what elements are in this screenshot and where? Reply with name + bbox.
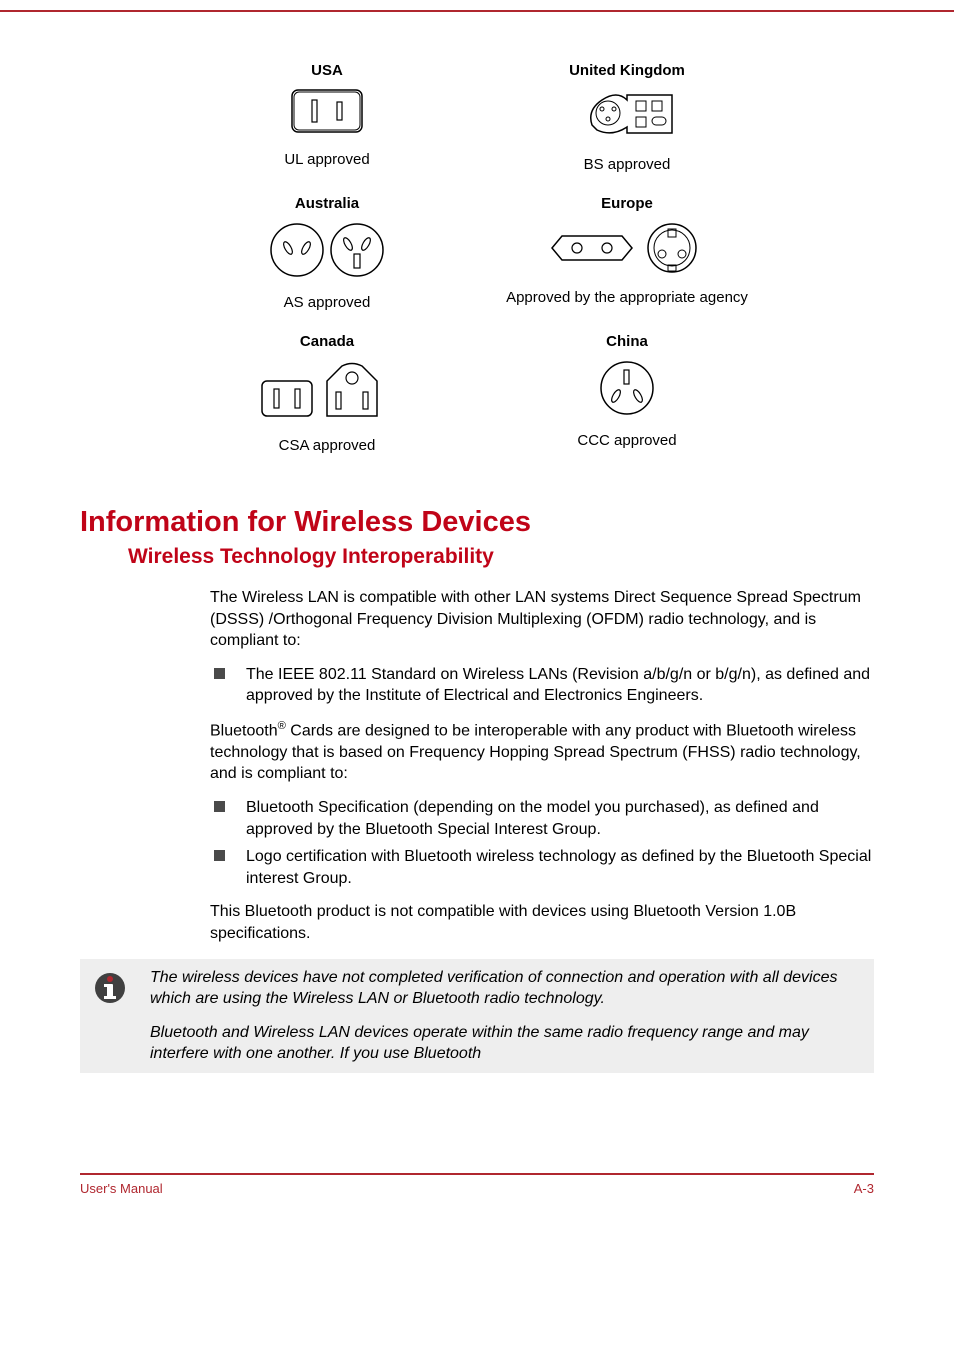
plug-caption: AS approved — [197, 294, 457, 311]
plug-cell-australia: Australia AS approved — [197, 195, 457, 323]
list-item: Bluetooth Specification (depending on th… — [210, 797, 874, 840]
note-content: The wireless devices have not completed … — [140, 967, 864, 1065]
paragraph: Bluetooth® Cards are designed to be inte… — [210, 719, 874, 785]
plug-europe-icon — [497, 218, 757, 283]
plug-australia-icon — [197, 218, 457, 288]
list-item: The IEEE 802.11 Standard on Wireless LAN… — [210, 664, 874, 707]
plug-caption: Approved by the appropriate agency — [497, 289, 757, 306]
info-note-box: The wireless devices have not completed … — [80, 959, 874, 1073]
plug-caption: CSA approved — [197, 437, 457, 454]
plug-country-label: Canada — [197, 333, 457, 350]
footer-title: User's Manual — [80, 1181, 163, 1196]
plug-cell-uk: United Kingdom BS approved — [497, 62, 757, 185]
list-item: Logo certification with Bluetooth wirele… — [210, 846, 874, 889]
plug-cell-china: China CCC approved — [497, 333, 757, 466]
plug-uk-icon — [497, 85, 757, 150]
bullet-list: Bluetooth Specification (depending on th… — [210, 797, 874, 889]
body-text-block: The Wireless LAN is compatible with othe… — [210, 587, 874, 945]
page-content: USA UL approved United Kingdom — [0, 10, 954, 1236]
plug-caption: BS approved — [497, 156, 757, 173]
plug-canada-icon — [197, 356, 457, 431]
plug-caption: CCC approved — [497, 432, 757, 449]
plug-country-label: USA — [197, 62, 457, 79]
plug-china-icon — [497, 356, 757, 426]
plug-country-label: Europe — [497, 195, 757, 212]
plug-table: USA UL approved United Kingdom — [197, 62, 757, 466]
plug-country-label: United Kingdom — [497, 62, 757, 79]
plug-cell-canada: Canada CSA approved — [197, 333, 457, 466]
info-icon — [80, 967, 140, 1005]
page-footer: User's Manual A-3 — [80, 1173, 874, 1196]
note-paragraph: The wireless devices have not completed … — [150, 967, 864, 1010]
plug-cell-usa: USA UL approved — [197, 62, 457, 185]
footer-page-number: A-3 — [854, 1181, 874, 1196]
plug-country-label: Australia — [197, 195, 457, 212]
paragraph: This Bluetooth product is not compatible… — [210, 901, 874, 944]
plug-caption: UL approved — [197, 151, 457, 168]
paragraph: The Wireless LAN is compatible with othe… — [210, 587, 874, 652]
plug-cell-europe: Europe Approved by the appropriate agenc… — [497, 195, 757, 323]
bullet-list: The IEEE 802.11 Standard on Wireless LAN… — [210, 664, 874, 707]
note-paragraph: Bluetooth and Wireless LAN devices opera… — [150, 1022, 864, 1065]
subheading-wireless-interop: Wireless Technology Interoperability — [128, 545, 874, 569]
plug-country-label: China — [497, 333, 757, 350]
plug-usa-icon — [197, 85, 457, 145]
heading-information-wireless: Information for Wireless Devices — [80, 506, 874, 539]
